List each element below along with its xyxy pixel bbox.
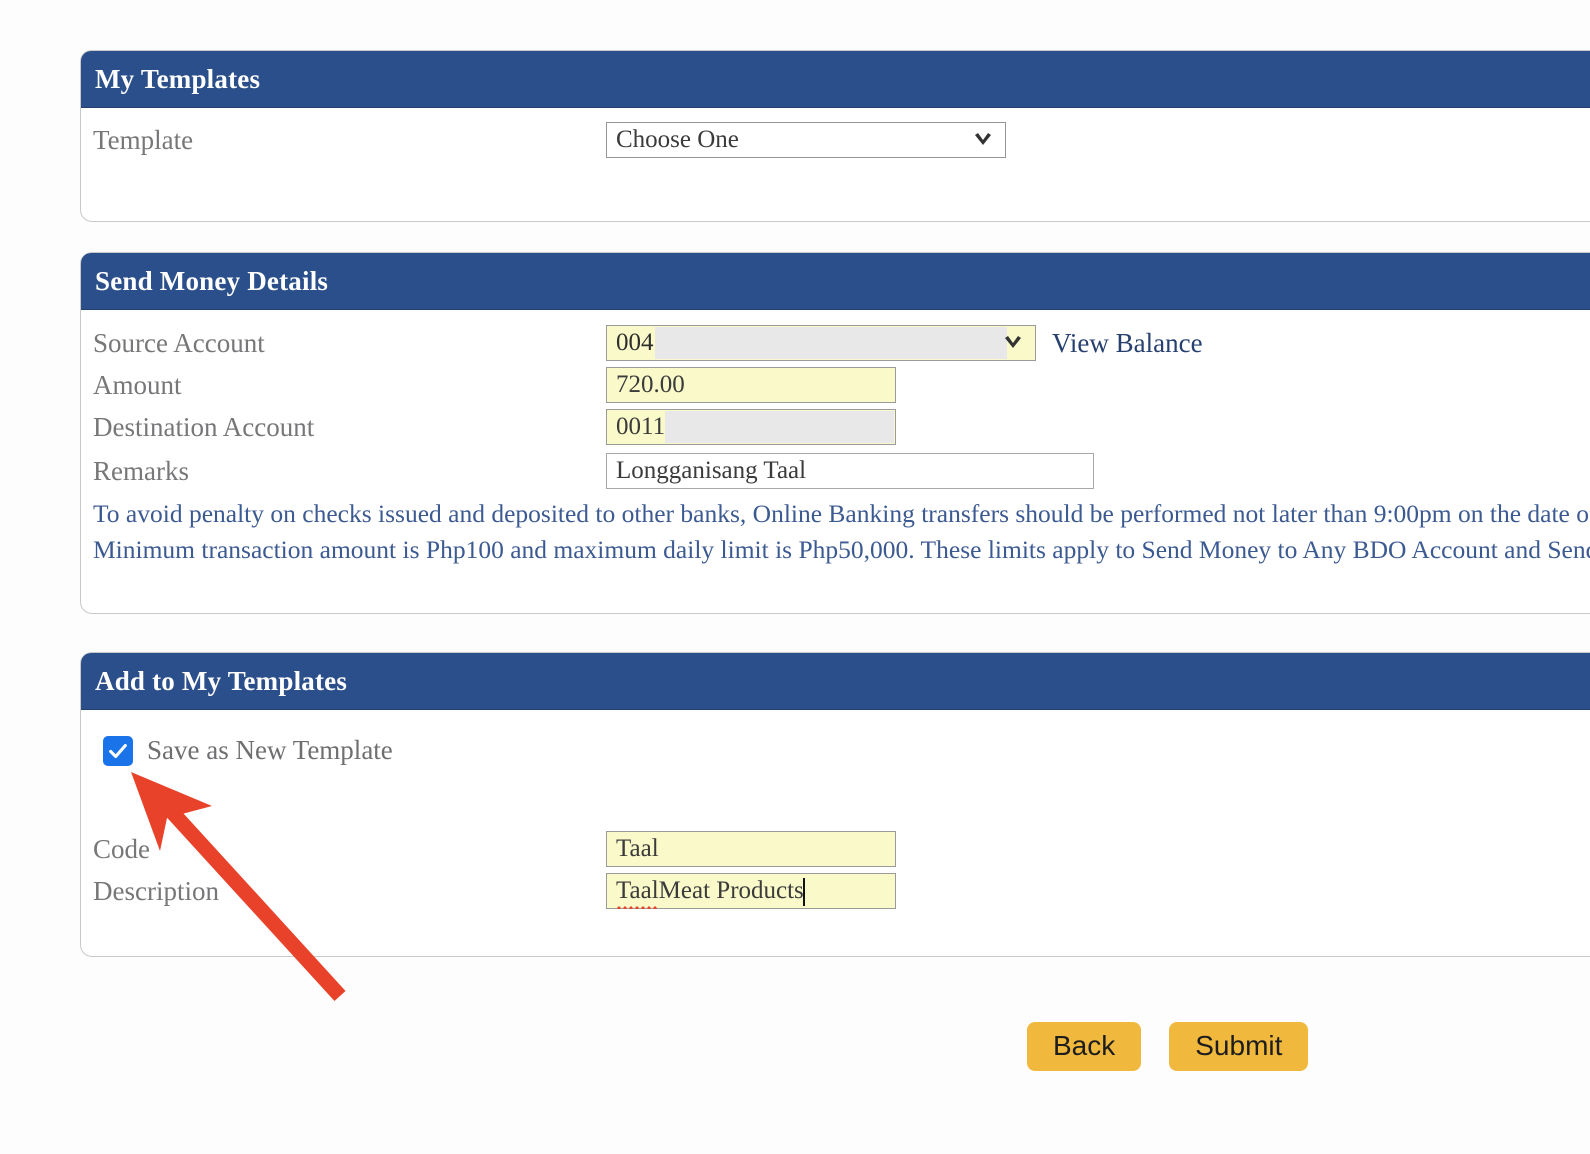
send-money-body: Source Account 004 View Balance Amount 7… xyxy=(81,310,1590,568)
my-templates-body: Template Choose One xyxy=(81,108,1590,172)
destination-account-row: Destination Account 0011 xyxy=(81,406,1590,448)
redaction-overlay xyxy=(655,327,1007,359)
my-templates-header: My Templates xyxy=(81,51,1590,108)
chevron-down-icon xyxy=(1003,333,1023,353)
remarks-row: Remarks Longganisang Taal xyxy=(81,448,1590,494)
description-control: Taal Meat Products xyxy=(606,873,896,909)
add-template-header: Add to My Templates xyxy=(81,653,1590,710)
template-control: Choose One xyxy=(606,122,1006,158)
source-account-control: 004 View Balance xyxy=(606,325,1203,361)
source-account-select[interactable]: 004 xyxy=(606,325,1036,361)
destination-account-control: 0011 xyxy=(606,409,896,445)
text-cursor xyxy=(803,878,805,906)
add-template-body: Save as New Template Code Taal Descripti… xyxy=(81,735,1590,912)
send-money-header: Send Money Details xyxy=(81,253,1590,310)
notice-line-1: To avoid penalty on checks issued and de… xyxy=(93,499,1590,528)
amount-row: Amount 720.00 xyxy=(81,364,1590,406)
code-control: Taal xyxy=(606,831,896,867)
description-value-misspelled: Taal xyxy=(616,877,659,909)
code-value: Taal xyxy=(616,835,659,862)
remarks-control: Longganisang Taal xyxy=(606,453,1094,489)
source-account-row: Source Account 004 View Balance xyxy=(81,322,1590,364)
amount-label: Amount xyxy=(93,369,182,400)
description-row: Description Taal Meat Products xyxy=(81,870,1590,912)
view-balance-link[interactable]: View Balance xyxy=(1052,328,1203,359)
code-label: Code xyxy=(93,833,150,864)
submit-button[interactable]: Submit xyxy=(1169,1022,1309,1071)
notice-line-2: Minimum transaction amount is Php100 and… xyxy=(93,535,1590,564)
amount-value: 720.00 xyxy=(616,371,685,398)
footer-button-bar: Back Submit xyxy=(1027,1022,1309,1071)
source-account-value: 004 xyxy=(616,329,654,356)
description-label: Description xyxy=(93,875,219,906)
remarks-input[interactable]: Longganisang Taal xyxy=(606,453,1094,489)
destination-account-input[interactable]: 0011 xyxy=(606,409,896,445)
chevron-down-icon xyxy=(973,130,993,150)
template-select-value: Choose One xyxy=(616,126,739,153)
description-value-rest: Meat Products xyxy=(658,877,804,904)
template-label: Template xyxy=(93,124,194,155)
destination-account-label: Destination Account xyxy=(93,411,315,442)
template-row: Template Choose One xyxy=(81,108,1590,172)
check-icon xyxy=(109,743,127,758)
amount-control: 720.00 xyxy=(606,367,896,403)
remarks-value: Longganisang Taal xyxy=(616,457,807,484)
description-input[interactable]: Taal Meat Products xyxy=(606,873,896,909)
redaction-overlay xyxy=(665,411,894,443)
destination-account-value: 0011 xyxy=(616,413,666,440)
my-templates-card: My Templates Template Choose One xyxy=(80,50,1590,222)
template-select[interactable]: Choose One xyxy=(606,122,1006,158)
save-as-new-template-row[interactable]: Save as New Template xyxy=(81,735,1590,766)
back-button[interactable]: Back xyxy=(1027,1022,1142,1071)
code-input[interactable]: Taal xyxy=(606,831,896,867)
save-as-new-template-checkbox[interactable] xyxy=(103,735,133,766)
remarks-label: Remarks xyxy=(93,455,189,486)
save-as-new-template-label: Save as New Template xyxy=(147,735,393,765)
amount-input[interactable]: 720.00 xyxy=(606,367,896,403)
send-money-details-card: Send Money Details Source Account 004 Vi… xyxy=(80,252,1590,614)
code-row: Code Taal xyxy=(81,828,1590,870)
add-to-my-templates-card: Add to My Templates Save as New Template… xyxy=(80,652,1590,957)
page-root: My Templates Template Choose One Send Mo… xyxy=(0,0,1590,1154)
source-account-label: Source Account xyxy=(93,327,265,358)
